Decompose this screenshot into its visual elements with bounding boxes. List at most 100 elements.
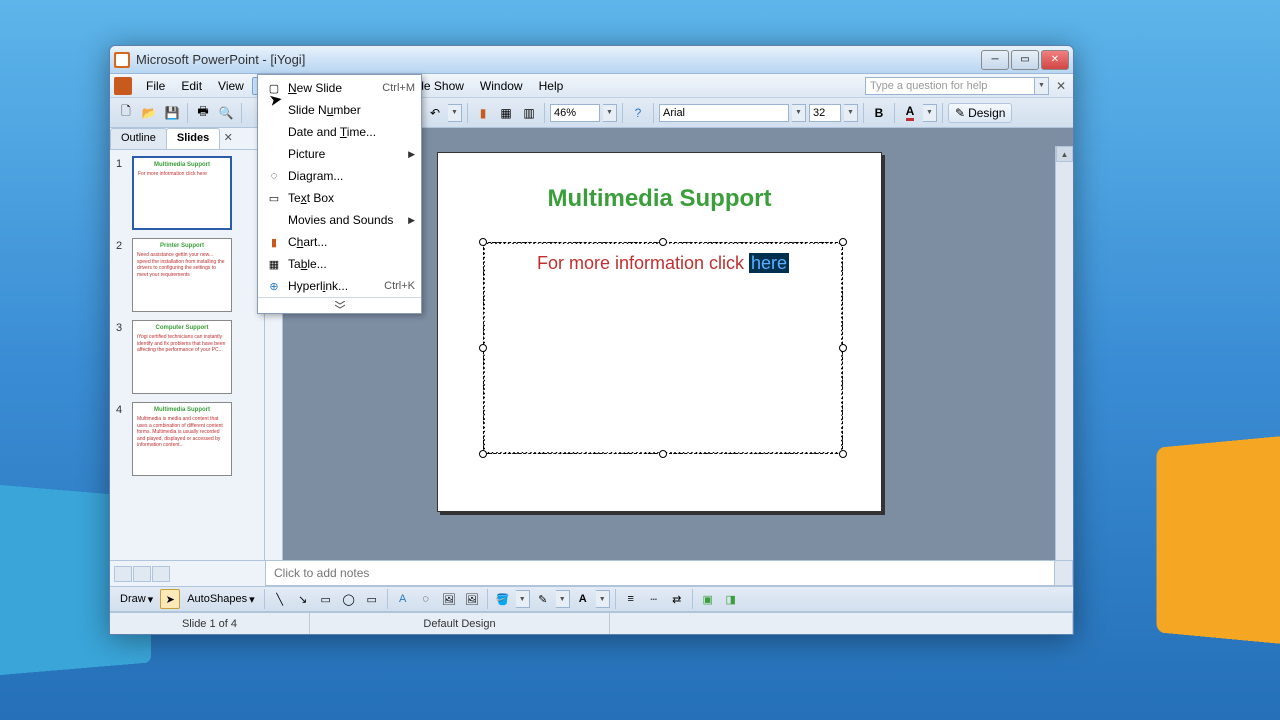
resize-handle[interactable] (479, 450, 487, 458)
menu-edit[interactable]: Edit (173, 77, 210, 95)
zoom-input[interactable]: 46% (550, 104, 600, 122)
menu-item-label: Chart... (288, 235, 415, 249)
3d-button[interactable]: ◨ (721, 589, 741, 609)
slideshow-view-button[interactable] (152, 566, 170, 582)
minimize-button[interactable]: ─ (981, 50, 1009, 70)
font-color-button-2[interactable]: A (573, 589, 593, 609)
tab-slides[interactable]: Slides (166, 128, 220, 149)
print-button[interactable]: 🖶 (193, 103, 213, 123)
font-dd[interactable]: ▼ (792, 104, 806, 122)
menu-chart[interactable]: ▮ Chart... (258, 231, 421, 253)
clipart-tool[interactable]: 🖼 (439, 589, 459, 609)
menu-date-time[interactable]: Date and Time... (258, 121, 421, 143)
menu-textbox[interactable]: ▭ Text Box (258, 187, 421, 209)
status-slide-number: Slide 1 of 4 (110, 613, 310, 634)
oval-tool[interactable]: ◯ (339, 589, 359, 609)
font-color-dd[interactable]: ▼ (923, 104, 937, 122)
document-icon (114, 77, 132, 95)
tables-borders-button[interactable]: ▥ (519, 103, 539, 123)
menu-table[interactable]: ▦ Table... (258, 253, 421, 275)
wordart-tool[interactable]: A (393, 589, 413, 609)
menu-help[interactable]: Help (531, 77, 572, 95)
doc-close-button[interactable]: ✕ (1053, 78, 1069, 94)
fill-color-button[interactable]: 🪣 (493, 589, 513, 609)
font-color-button[interactable]: A (900, 103, 920, 123)
notes-input[interactable] (266, 561, 1054, 585)
thumbnail-row: 2 Printer Support Need assistance gettin… (116, 238, 258, 312)
bold-button[interactable]: B (869, 103, 889, 123)
font-input[interactable]: Arial (659, 104, 789, 122)
slide-thumbnail-2[interactable]: Printer Support Need assistance gettin y… (132, 238, 232, 312)
menu-movies-sounds[interactable]: Movies and Sounds ▶ (258, 209, 421, 231)
resize-handle[interactable] (659, 238, 667, 246)
notes-scrollbar[interactable] (1054, 561, 1072, 585)
dash-style-button[interactable]: ┄ (644, 589, 664, 609)
font-size-input[interactable]: 32 (809, 104, 841, 122)
rectangle-tool[interactable]: ▭ (316, 589, 336, 609)
menu-diagram[interactable]: ◌ Diagram... (258, 165, 421, 187)
slide-thumbnail-3[interactable]: Computer Support iYogi certified technic… (132, 320, 232, 394)
help-search-input[interactable]: Type a question for help (865, 77, 1035, 95)
menu-file[interactable]: File (138, 77, 173, 95)
line-tool[interactable]: ╲ (270, 589, 290, 609)
notes-pane (265, 560, 1073, 586)
selected-text-box[interactable]: For more information click here (482, 241, 844, 455)
shadow-button[interactable]: ▣ (698, 589, 718, 609)
resize-handle[interactable] (839, 450, 847, 458)
open-button[interactable]: 📂 (139, 103, 159, 123)
resize-handle[interactable] (659, 450, 667, 458)
thumbnail-row: 1 Multimedia Support For more informatio… (116, 156, 258, 230)
close-button[interactable]: ✕ (1041, 50, 1069, 70)
help-button[interactable]: ? (628, 103, 648, 123)
font-size-dd[interactable]: ▼ (844, 104, 858, 122)
resize-handle[interactable] (479, 344, 487, 352)
text-line[interactable]: For more information click here (488, 253, 838, 274)
selected-text: here (749, 253, 789, 273)
select-objects-button[interactable]: ➤ (160, 589, 180, 609)
autoshapes-button[interactable]: AutoShapes ▾ (183, 591, 258, 608)
menu-view[interactable]: View (210, 77, 252, 95)
resize-handle[interactable] (839, 238, 847, 246)
thumbnail-list[interactable]: 1 Multimedia Support For more informatio… (110, 150, 264, 560)
menu-picture[interactable]: Picture ▶ (258, 143, 421, 165)
insert-table-button[interactable]: ▦ (496, 103, 516, 123)
picture-tool[interactable]: 🖼 (462, 589, 482, 609)
slide-thumbnail-4[interactable]: Multimedia Support Multimedia is media a… (132, 402, 232, 476)
slide-thumbnail-1[interactable]: Multimedia Support For more information … (132, 156, 232, 230)
zoom-dd[interactable]: ▼ (603, 104, 617, 122)
maximize-button[interactable]: ▭ (1011, 50, 1039, 70)
normal-view-button[interactable] (114, 566, 132, 582)
undo-button[interactable]: ↶ (425, 103, 445, 123)
line-style-button[interactable]: ≡ (621, 589, 641, 609)
resize-handle[interactable] (839, 344, 847, 352)
new-button[interactable]: 🗋 (116, 103, 136, 123)
line-color-button[interactable]: ✎ (533, 589, 553, 609)
menu-window[interactable]: Window (472, 77, 531, 95)
menu-item-label: Text Box (288, 191, 415, 205)
arrow-tool[interactable]: ↘ (293, 589, 313, 609)
titlebar[interactable]: Microsoft PowerPoint - [iYogi] ─ ▭ ✕ (110, 46, 1073, 74)
scroll-up-icon[interactable]: ▲ (1056, 146, 1073, 162)
textbox-tool[interactable]: ▭ (362, 589, 382, 609)
preview-button[interactable]: 🔍 (216, 103, 236, 123)
menu-item-label: Picture (288, 147, 408, 161)
resize-handle[interactable] (479, 238, 487, 246)
slide-canvas[interactable]: Multimedia Support For more information … (437, 152, 882, 512)
help-dropdown-arrow[interactable]: ▼ (1035, 77, 1049, 95)
undo-dd[interactable]: ▼ (448, 104, 462, 122)
tab-outline[interactable]: Outline (110, 128, 167, 149)
menu-new-slide[interactable]: ▢ New Slide Ctrl+M (258, 77, 421, 99)
draw-menu-button[interactable]: Draw ▾ (116, 591, 157, 608)
design-button[interactable]: ✎ Design (948, 103, 1012, 123)
save-button[interactable]: 💾 (162, 103, 182, 123)
sorter-view-button[interactable] (133, 566, 151, 582)
panel-close[interactable]: ✕ (219, 128, 237, 149)
submenu-arrow-icon: ▶ (408, 149, 415, 160)
insert-chart-button[interactable]: ▮ (473, 103, 493, 123)
slide-title-text[interactable]: Multimedia Support (438, 185, 881, 213)
diagram-tool[interactable]: ◌ (416, 589, 436, 609)
arrow-style-button[interactable]: ⇄ (667, 589, 687, 609)
menu-hyperlink[interactable]: ⊕ Hyperlink... Ctrl+K (258, 275, 421, 297)
menu-expand[interactable] (258, 297, 421, 311)
vertical-scrollbar[interactable]: ▲ (1055, 146, 1073, 560)
